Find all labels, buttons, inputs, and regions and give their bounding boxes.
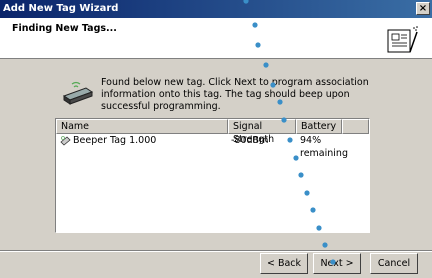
back-button[interactable]: < Back xyxy=(260,253,308,274)
wizard-header: Finding New Tags... xyxy=(0,18,432,59)
tag-list[interactable]: Name Signal Strength Battery Beeper Tag … xyxy=(55,118,370,233)
close-button[interactable]: × xyxy=(416,2,430,15)
column-header-name[interactable]: Name xyxy=(56,119,228,134)
button-separator xyxy=(0,250,432,252)
close-icon: × xyxy=(418,3,428,14)
table-row[interactable]: Beeper Tag 1.000 -80dBm 94% remaining xyxy=(56,134,369,159)
path-dot xyxy=(322,242,328,248)
back-button-label: < Back xyxy=(266,258,302,269)
column-header-signal[interactable]: Signal Strength xyxy=(228,119,296,145)
battery-value: 94% remaining xyxy=(300,135,348,159)
wizard-document-icon xyxy=(387,26,418,53)
column-headers: Name Signal Strength Battery xyxy=(56,119,369,145)
wizard-window: Add New Tag Wizard × Finding New Tags...… xyxy=(0,0,432,278)
column-header-battery[interactable]: Battery xyxy=(296,119,342,134)
tag-device-icon xyxy=(62,81,94,105)
next-button-label: Next > xyxy=(320,258,354,269)
column-header-empty xyxy=(342,119,369,134)
instruction-text: Found below new tag. Click Next to progr… xyxy=(101,77,369,112)
signal-strength-value: -80dBm xyxy=(231,135,269,146)
title-bar[interactable]: Add New Tag Wizard × xyxy=(0,0,432,18)
cancel-button-label: Cancel xyxy=(377,258,411,269)
next-button[interactable]: Next > xyxy=(313,253,361,274)
path-dot xyxy=(263,62,269,68)
cancel-button[interactable]: Cancel xyxy=(370,253,418,274)
page-title: Finding New Tags... xyxy=(12,23,117,34)
tag-name: Beeper Tag 1.000 xyxy=(73,135,157,146)
window-title: Add New Tag Wizard xyxy=(3,3,119,14)
tag-icon xyxy=(60,136,71,146)
